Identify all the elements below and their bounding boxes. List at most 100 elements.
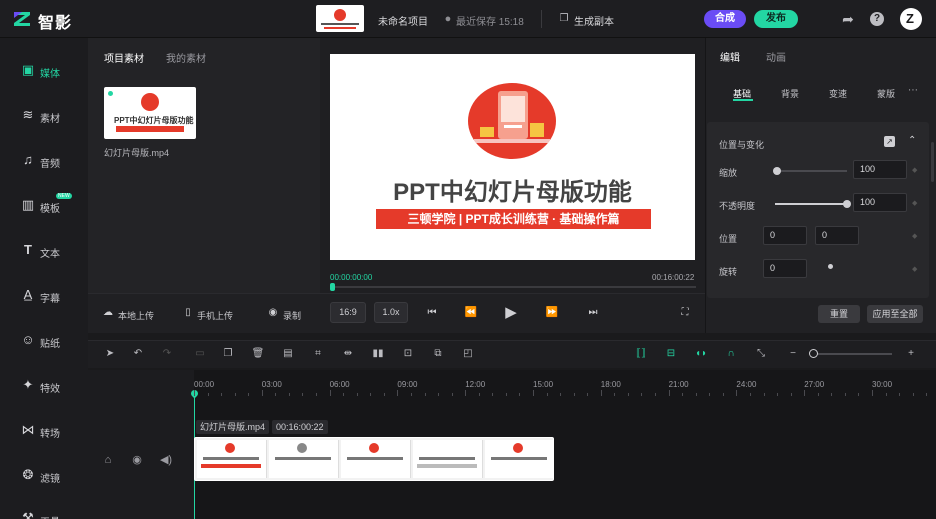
select-tool-icon[interactable]: ➤ [103, 347, 117, 361]
tab-animation[interactable]: 动画 [766, 49, 786, 64]
help-icon[interactable]: ? [870, 12, 884, 26]
reverse-icon[interactable]: ▮▮ [371, 347, 385, 361]
split-icon[interactable]: ▭ [193, 347, 207, 361]
link-icon[interactable]: ⊟ [664, 347, 678, 361]
frame-icon[interactable]: ⊡ [401, 347, 415, 361]
compose-button[interactable]: 合成 [704, 10, 746, 28]
subtab-mask[interactable]: 蒙版 [877, 87, 895, 100]
video-clip[interactable] [194, 437, 554, 481]
copy-icon[interactable]: ❐ [556, 11, 572, 27]
collapse-icon[interactable]: ⌃ [908, 135, 916, 146]
tab-my-assets[interactable]: 我的素材 [166, 50, 206, 65]
volume-icon[interactable]: ◀) [158, 452, 174, 468]
avatar[interactable]: Z [900, 8, 922, 30]
scale-slider[interactable] [775, 170, 847, 172]
divider [541, 10, 542, 28]
speed-select[interactable]: 1.0x [374, 302, 408, 323]
props-scrollbar[interactable] [931, 142, 934, 182]
project-thumbnail[interactable] [316, 5, 364, 32]
scale-input[interactable]: 100 [853, 160, 907, 179]
record-button[interactable]: 录制 [283, 309, 301, 322]
share-icon[interactable]: ➦ [840, 11, 856, 27]
opacity-slider[interactable] [775, 203, 847, 205]
extract-icon[interactable]: ⧉ [431, 347, 445, 361]
mirror-icon[interactable]: ⇹ [341, 347, 355, 361]
tab-edit[interactable]: 编辑 [720, 49, 740, 64]
redo-icon[interactable]: ↷ [160, 347, 174, 361]
reset-button[interactable]: 重置 [818, 305, 860, 323]
sidebar-item-assets[interactable]: ≋ 素材 [0, 101, 88, 131]
ruler-tick [329, 390, 331, 396]
scale-label: 缩放 [719, 168, 738, 178]
zoom-slider[interactable] [812, 353, 892, 355]
position-x-input[interactable]: 0 [763, 226, 807, 245]
skip-start-icon[interactable]: ⏮ [424, 305, 440, 321]
zoom-slider-handle[interactable] [809, 349, 818, 358]
project-name[interactable]: 未命名项目 [378, 13, 428, 28]
sidebar-item-sticker[interactable]: ☺ 贴纸 [0, 326, 88, 356]
sidebar-item-subtitle[interactable]: A̲ 字幕 [0, 281, 88, 311]
scale-slider-handle[interactable] [773, 167, 781, 175]
keyframe-dot-icon[interactable]: ◆ [912, 232, 917, 240]
fit-icon[interactable]: ⤡ [754, 347, 768, 361]
zoom-out-icon[interactable]: − [786, 347, 800, 361]
media-thumbnail[interactable]: PPT中幻灯片母版功能 [104, 87, 196, 139]
fullscreen-icon[interactable]: ⛶ [677, 305, 693, 321]
aspect-ratio-select[interactable]: 16:9 [330, 302, 366, 323]
ruler-tick [872, 390, 873, 396]
rotate-input[interactable]: 0 [763, 259, 807, 278]
subtab-background[interactable]: 背景 [781, 87, 799, 100]
local-upload-button[interactable]: 本地上传 [118, 309, 154, 322]
keyframe-icon[interactable]: ↗ [884, 136, 895, 147]
keyframe-dot-icon[interactable]: ◆ [912, 265, 917, 273]
replace-icon[interactable]: ◰ [461, 347, 475, 361]
opacity-slider-handle[interactable] [843, 200, 851, 208]
ruler-tick [383, 393, 385, 396]
undo-icon[interactable]: ↶ [131, 347, 145, 361]
phone-upload-button[interactable]: 手机上传 [197, 309, 233, 322]
sidebar-item-transition[interactable]: ⋈ 转场 [0, 416, 88, 446]
apply-all-button[interactable]: 应用至全部 [867, 305, 923, 323]
skip-end-icon[interactable]: ⏭ [585, 305, 601, 321]
more-icon[interactable]: ⋯ [908, 85, 918, 96]
rewind-icon[interactable]: ⏪ [463, 305, 479, 321]
crop-icon[interactable]: ⌗ [311, 347, 325, 361]
eye-icon[interactable]: ◉ [129, 452, 145, 468]
preview-scrubber[interactable] [330, 286, 696, 288]
copy-clip-icon[interactable]: ❐ [221, 347, 235, 361]
sidebar-item-audio[interactable]: ♫ 音频 [0, 146, 88, 176]
audio-split-icon[interactable]: ◖◗ [694, 347, 708, 361]
ruler-tick [763, 393, 765, 396]
tool-icon: ⚒ [22, 510, 34, 519]
tab-project-assets[interactable]: 项目素材 [104, 50, 144, 65]
freeze-icon[interactable]: ▤ [281, 347, 295, 361]
zoom-in-icon[interactable]: + [904, 347, 918, 361]
fast-forward-icon[interactable]: ⏩ [544, 305, 560, 321]
play-icon[interactable]: ▶ [503, 305, 519, 321]
position-y-input[interactable]: 0 [815, 226, 859, 245]
sidebar-item-text[interactable]: T 文本 [0, 236, 88, 266]
template-icon: ▥ [21, 197, 35, 212]
timeline-ruler[interactable] [194, 376, 936, 394]
publish-button[interactable]: 发布 [754, 10, 798, 28]
opacity-input[interactable]: 100 [853, 193, 907, 212]
sidebar-item-label: 素材 [40, 114, 60, 125]
sidebar-item-tool[interactable]: ⚒ 工具 [0, 504, 88, 519]
snap-icon[interactable]: ⟦⟧ [634, 347, 648, 361]
keyframe-dot-icon[interactable]: ◆ [912, 199, 917, 207]
sidebar-item-template[interactable]: ▥ 模板 NEW [0, 191, 88, 221]
keyframe-dot-icon[interactable]: ◆ [912, 166, 917, 174]
phone-illustration-icon [474, 91, 550, 143]
sidebar-item-media[interactable]: ▣ 媒体 [0, 56, 88, 86]
ruler-tick [844, 393, 846, 396]
generate-copy-button[interactable]: 生成副本 [574, 13, 614, 28]
lock-icon[interactable]: ⌂ [100, 452, 116, 468]
magnet-icon[interactable]: ∩ [724, 347, 738, 361]
sidebar-item-effects[interactable]: ✦ 特效 [0, 371, 88, 401]
scrubber-handle[interactable] [330, 283, 335, 291]
subtab-speed[interactable]: 变速 [829, 87, 847, 100]
ruler-tick-label: 18:00 [600, 380, 621, 389]
sidebar-item-filter[interactable]: ❂ 滤镜 [0, 461, 88, 491]
delete-icon[interactable]: 🗑 [251, 347, 265, 361]
rotate-dial-icon[interactable] [828, 264, 833, 269]
